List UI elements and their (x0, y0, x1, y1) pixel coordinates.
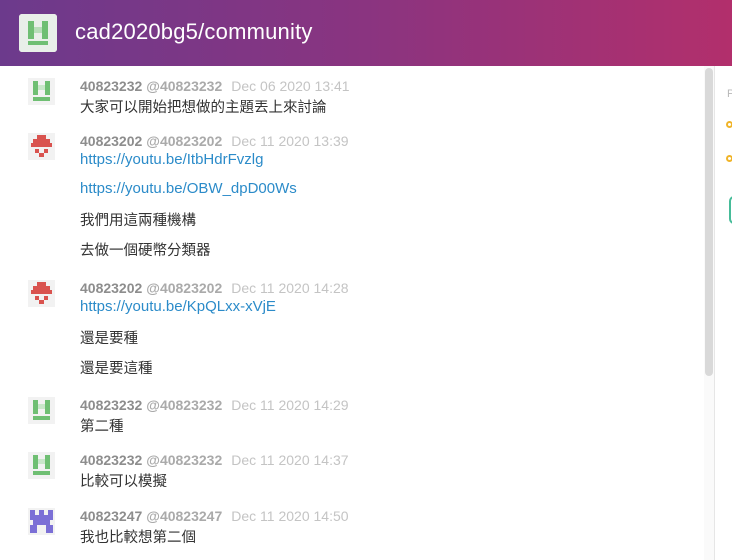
message-handle[interactable]: @40823232 (146, 452, 222, 468)
message-timestamp[interactable]: Dec 11 2020 14:28 (231, 280, 348, 296)
message-username[interactable]: 40823232 (80, 78, 142, 94)
message-text: 還是要這種 (80, 361, 153, 377)
message-text: 我們用這兩種機構 (80, 213, 196, 229)
message-timestamp[interactable]: Dec 11 2020 13:39 (231, 133, 348, 149)
room-title[interactable]: cad2020bg5/community (75, 19, 313, 45)
chat-message-list[interactable]: 40823232 @40823232 Dec 06 2020 13:41 大家可以開始… (0, 66, 714, 560)
message-handle[interactable]: @40823247 (146, 508, 222, 524)
right-panel-heading: P (727, 88, 732, 100)
message-text: 大家可以開始把想做的主題丟上來討論 (80, 100, 327, 116)
message-meta: 40823202 @40823202 Dec 11 2020 13:39 (80, 133, 349, 149)
user-avatar[interactable] (28, 452, 55, 479)
message-meta: 40823232 @40823232 Dec 11 2020 14:37 (80, 452, 349, 468)
message-link[interactable]: https://youtu.be/KpQLxx-xVjE (80, 298, 276, 315)
message-handle[interactable]: @40823232 (146, 397, 222, 413)
user-avatar[interactable] (28, 133, 55, 160)
user-avatar[interactable] (28, 397, 55, 424)
message-username[interactable]: 40823232 (80, 452, 142, 468)
user-avatar[interactable] (28, 280, 55, 307)
message-text: 去做一個硬幣分類器 (80, 243, 211, 259)
message-handle[interactable]: @40823232 (146, 78, 222, 94)
message-timestamp[interactable]: Dec 11 2020 14:37 (231, 452, 348, 468)
message-meta: 40823232 @40823232 Dec 06 2020 13:41 (80, 78, 350, 94)
message-timestamp[interactable]: Dec 11 2020 14:29 (231, 397, 348, 413)
message-link[interactable]: https://youtu.be/ItbHdrFvzlg (80, 151, 263, 168)
message-username[interactable]: 40823202 (80, 280, 142, 296)
status-dot-icon (726, 155, 732, 162)
room-avatar[interactable] (19, 14, 57, 52)
message-meta: 40823232 @40823232 Dec 11 2020 14:29 (80, 397, 349, 413)
user-avatar[interactable] (28, 508, 55, 535)
identicon-icon (19, 14, 57, 52)
message-handle[interactable]: @40823202 (146, 133, 222, 149)
message-text: 比較可以模擬 (80, 474, 167, 490)
message-text: 我也比較想第二個 (80, 530, 196, 546)
message-meta: 40823202 @40823202 Dec 11 2020 14:28 (80, 280, 349, 296)
message-handle[interactable]: @40823202 (146, 280, 222, 296)
right-side-panel: P (715, 66, 732, 560)
message-text: 還是要種 (80, 331, 138, 347)
message-text: 第二種 (80, 419, 124, 435)
room-header: cad2020bg5/community (0, 0, 732, 66)
message-username[interactable]: 40823202 (80, 133, 142, 149)
message-link[interactable]: https://youtu.be/OBW_dpD00Ws (80, 180, 297, 197)
message-timestamp[interactable]: Dec 06 2020 13:41 (231, 78, 349, 94)
status-dot-icon (726, 121, 732, 128)
user-avatar[interactable] (28, 78, 55, 105)
message-username[interactable]: 40823247 (80, 508, 142, 524)
message-username[interactable]: 40823232 (80, 397, 142, 413)
chat-scrollbar-thumb[interactable] (705, 68, 713, 376)
message-meta: 40823247 @40823247 Dec 11 2020 14:50 (80, 508, 349, 524)
message-timestamp[interactable]: Dec 11 2020 14:50 (231, 508, 348, 524)
